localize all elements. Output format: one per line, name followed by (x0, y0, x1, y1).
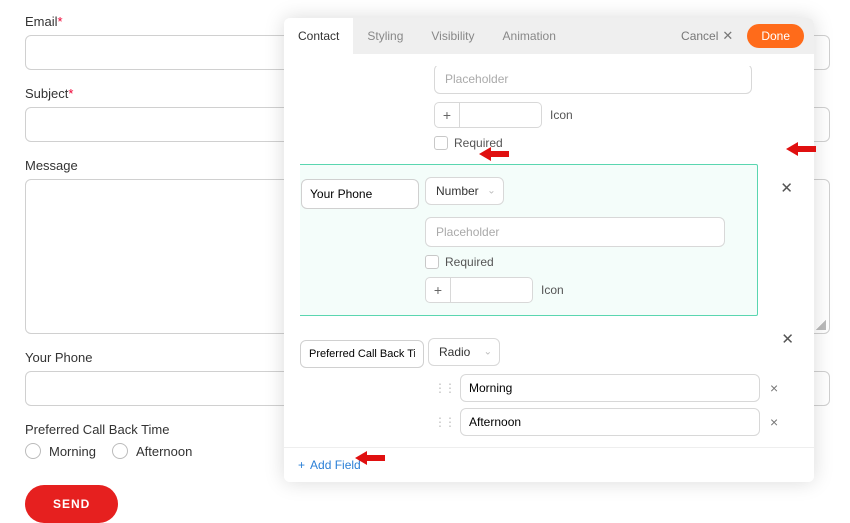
send-button[interactable]: SEND (25, 485, 118, 523)
prev-icon-add[interactable]: + (434, 102, 460, 128)
field-settings-panel: Contact Styling Visibility Animation Can… (284, 18, 814, 482)
done-button[interactable]: Done (747, 24, 804, 48)
drag-handle-icon[interactable]: ⋮⋮ (434, 415, 454, 429)
phone-icon-add[interactable]: + (425, 277, 451, 303)
tab-contact[interactable]: Contact (284, 18, 353, 54)
prev-placeholder-input[interactable] (434, 66, 752, 94)
plus-icon: + (298, 458, 305, 472)
panel-header: Contact Styling Visibility Animation Can… (284, 18, 814, 54)
phone-icon-label: Icon (541, 283, 564, 297)
prev-icon-input[interactable] (460, 102, 542, 128)
prev-icon-label: Icon (550, 108, 573, 122)
option-input-afternoon[interactable] (460, 408, 760, 436)
prev-required-checkbox[interactable] (434, 136, 448, 150)
radio-morning[interactable] (25, 443, 41, 459)
add-field-button[interactable]: + Add Field (298, 458, 361, 472)
cancel-button[interactable]: Cancel ✕ (671, 24, 743, 48)
tab-visibility[interactable]: Visibility (417, 18, 488, 54)
remove-option-morning[interactable]: × (766, 380, 782, 396)
remove-option-afternoon[interactable]: × (766, 414, 782, 430)
radio-afternoon[interactable] (112, 443, 128, 459)
phone-required-checkbox[interactable] (425, 255, 439, 269)
drag-handle-icon[interactable]: ⋮⋮ (434, 381, 454, 395)
panel-scroll[interactable]: + Icon Required ✕ Number ⌄ (300, 66, 798, 440)
close-icon: ✕ (722, 28, 733, 44)
chevron-down-icon: ⌄ (487, 186, 495, 197)
delete-field-preferred[interactable]: ✕ (781, 330, 794, 348)
radio-afternoon-label: Afternoon (136, 444, 192, 459)
chevron-down-icon: ⌄ (484, 347, 492, 358)
field-block-preferred[interactable]: ✕ Radio ⌄ ⋮⋮ × (300, 326, 798, 440)
phone-type-select[interactable]: Number ⌄ (425, 177, 504, 205)
phone-required-label: Required (445, 255, 494, 269)
phone-placeholder-input[interactable] (425, 217, 725, 247)
phone-icon-input[interactable] (451, 277, 533, 303)
radio-morning-label: Morning (49, 444, 96, 459)
panel-footer: + Add Field (284, 447, 814, 482)
prev-required-label: Required (454, 136, 503, 150)
phone-name-input[interactable] (301, 179, 419, 209)
tab-animation[interactable]: Animation (489, 18, 570, 54)
option-input-morning[interactable] (460, 374, 760, 402)
preferred-name-input[interactable] (300, 340, 424, 368)
delete-field-phone[interactable]: ✕ (780, 179, 793, 197)
tab-styling[interactable]: Styling (353, 18, 417, 54)
preferred-type-select[interactable]: Radio ⌄ (428, 338, 500, 366)
field-block-phone[interactable]: ✕ Number ⌄ R (300, 164, 758, 316)
